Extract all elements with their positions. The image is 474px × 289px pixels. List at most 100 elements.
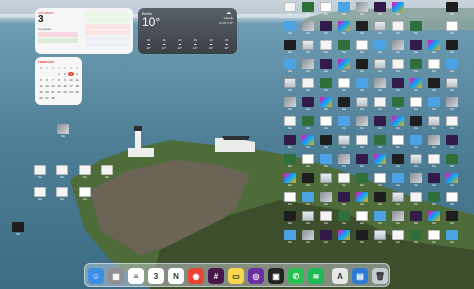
desktop-file-icon[interactable]: File xyxy=(390,135,406,151)
desktop-file-icon[interactable]: File xyxy=(300,154,316,170)
desktop-file-icon[interactable]: File xyxy=(300,21,316,37)
desktop-file-icon[interactable]: File xyxy=(282,40,298,56)
desktop-file-icon[interactable]: File xyxy=(77,165,93,181)
desktop-file-icon[interactable]: File xyxy=(336,21,352,37)
calendar-day[interactable]: 4 xyxy=(74,72,80,76)
desktop-file-icon[interactable]: File xyxy=(426,230,442,246)
desktop-file-icon[interactable]: File xyxy=(426,116,442,132)
desktop-file-icon[interactable]: File xyxy=(444,59,460,75)
preview-icon[interactable]: ▤ xyxy=(352,268,368,284)
desktop-file-icon[interactable]: File xyxy=(99,165,115,181)
desktop-file-icon[interactable]: File xyxy=(282,78,298,94)
desktop-file-icon[interactable]: File xyxy=(32,165,48,181)
desktop-file-icon[interactable]: File xyxy=(408,116,424,132)
spotify-icon[interactable]: ≋ xyxy=(308,268,324,284)
desktop-file-icon[interactable]: File xyxy=(408,192,424,208)
desktop-file-icon[interactable]: File xyxy=(372,97,388,113)
desktop-file-icon[interactable]: File xyxy=(54,165,70,181)
desktop-file-icon[interactable]: File xyxy=(282,97,298,113)
desktop-file-icon[interactable]: File xyxy=(444,211,460,227)
desktop-file-icon[interactable]: File xyxy=(354,116,370,132)
desktop-file-icon[interactable]: File xyxy=(372,40,388,56)
desktop-file-icon[interactable]: File xyxy=(336,2,352,18)
desktop-file-icon[interactable]: File xyxy=(426,192,442,208)
desktop-file-icon[interactable]: File xyxy=(390,59,406,75)
desktop-file-icon[interactable]: File xyxy=(444,173,460,189)
desktop-file-icon[interactable]: File xyxy=(390,154,406,170)
desktop-file-icon[interactable]: File xyxy=(354,173,370,189)
desktop-file-icon[interactable]: File xyxy=(282,211,298,227)
desktop-file-icon[interactable]: File xyxy=(354,2,370,18)
desktop-file-icon[interactable]: File xyxy=(354,97,370,113)
agenda-widget[interactable]: SATURDAY 3 no events xyxy=(35,8,133,54)
desktop-file-icon[interactable]: File xyxy=(54,187,70,203)
desktop-file-icon[interactable]: File xyxy=(426,173,442,189)
notion-icon[interactable]: N xyxy=(168,268,184,284)
desktop-file-icon[interactable]: File xyxy=(372,21,388,37)
desktop-file-icon[interactable]: File xyxy=(444,116,460,132)
desktop-file-icon[interactable]: File xyxy=(300,78,316,94)
desktop-file-icon[interactable]: File xyxy=(282,59,298,75)
desktop-file-icon[interactable]: File xyxy=(300,135,316,151)
desktop-file-icon[interactable]: File xyxy=(444,21,460,37)
desktop-file-icon[interactable]: File xyxy=(354,78,370,94)
desktop-file-icon[interactable]: File xyxy=(372,173,388,189)
desktop-file-icon[interactable]: File xyxy=(390,230,406,246)
desktop-file-icon[interactable]: File xyxy=(336,211,352,227)
desktop-file-icon[interactable]: File xyxy=(336,40,352,56)
chrome-icon[interactable]: ◉ xyxy=(188,268,204,284)
desktop-file-icon[interactable]: File xyxy=(354,40,370,56)
desktop-file-icon[interactable]: File xyxy=(444,97,460,113)
desktop-file-icon[interactable]: File xyxy=(318,116,334,132)
desktop-file-icon[interactable]: File xyxy=(408,40,424,56)
trash-icon[interactable]: 🗑 xyxy=(372,268,388,284)
desktop-file-icon[interactable]: File xyxy=(390,116,406,132)
desktop-file-icon[interactable]: File xyxy=(426,135,442,151)
desktop-file-icon[interactable]: File xyxy=(318,40,334,56)
desktop-file-icon[interactable]: File xyxy=(372,211,388,227)
desktop-file-icon[interactable]: File xyxy=(426,211,442,227)
desktop-file-icon[interactable]: File xyxy=(318,59,334,75)
desktop-file-icon[interactable]: File xyxy=(318,78,334,94)
desktop-file-icon[interactable]: File xyxy=(390,173,406,189)
desktop-file-icon[interactable]: File xyxy=(426,59,442,75)
desktop-file-icon[interactable]: File xyxy=(300,59,316,75)
desktop-file-icon[interactable]: File xyxy=(32,187,48,203)
slack-icon[interactable]: # xyxy=(208,268,224,284)
desktop-file-icon[interactable]: File xyxy=(318,192,334,208)
desktop-file-icon[interactable]: File xyxy=(408,230,424,246)
desktop-file-icon[interactable]: File xyxy=(336,97,352,113)
acrobat-icon[interactable]: A xyxy=(332,268,348,284)
desktop-file-icon[interactable]: File xyxy=(336,230,352,246)
desktop-file-icon[interactable]: File xyxy=(390,211,406,227)
desktop-file-icon[interactable]: File xyxy=(444,40,460,56)
notes-icon[interactable]: ▭ xyxy=(228,268,244,284)
desktop-file-icon[interactable]: File xyxy=(372,192,388,208)
desktop-file-icon[interactable]: File xyxy=(372,230,388,246)
desktop-file-icon[interactable]: File xyxy=(318,230,334,246)
desktop-file-icon[interactable]: File xyxy=(336,192,352,208)
desktop-file-icon[interactable]: File xyxy=(300,192,316,208)
tor-icon[interactable]: ◎ xyxy=(248,268,264,284)
desktop-file-icon[interactable]: File xyxy=(300,2,316,18)
desktop-file-icon[interactable]: File xyxy=(282,230,298,246)
desktop-file-icon[interactable]: File xyxy=(372,59,388,75)
desktop-file-icon[interactable]: File xyxy=(444,135,460,151)
whatsapp-icon[interactable]: ✆ xyxy=(288,268,304,284)
desktop-file-icon[interactable]: File xyxy=(444,78,460,94)
weather-widget[interactable]: Berlin 10° Cloudy H:13° L:5° ☁ 10 ☁ 10° 11… xyxy=(138,8,237,54)
desktop-file-icon[interactable]: File xyxy=(318,135,334,151)
desktop-file-icon[interactable]: File xyxy=(318,173,334,189)
desktop-file-icon[interactable]: File xyxy=(444,154,460,170)
desktop-file-icon[interactable]: File xyxy=(300,116,316,132)
desktop-file-icon[interactable]: File xyxy=(300,40,316,56)
launchpad-icon[interactable]: ▦ xyxy=(108,268,124,284)
desktop-file-icon[interactable]: File xyxy=(426,154,442,170)
desktop-file-icon[interactable]: File xyxy=(372,135,388,151)
screenshots-icon[interactable]: ▣ xyxy=(268,268,284,284)
desktop-file-icon[interactable]: File xyxy=(336,59,352,75)
desktop-file-icon[interactable]: File xyxy=(300,230,316,246)
desktop-file-icon[interactable]: File xyxy=(336,116,352,132)
calendar-day[interactable]: 25 xyxy=(74,90,80,94)
desktop-file-icon[interactable]: File xyxy=(444,230,460,246)
